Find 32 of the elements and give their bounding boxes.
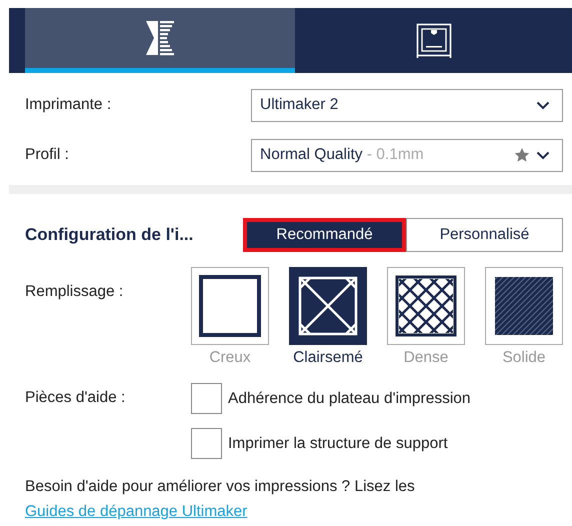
filled-square-icon <box>493 275 555 337</box>
printer-label: Imprimante : <box>25 96 112 114</box>
chevron-icon <box>536 100 550 110</box>
mode-tab[interactable]: Personnalisé <box>406 218 563 252</box>
infill-option[interactable] <box>289 267 367 345</box>
grid-pattern-icon <box>395 275 457 337</box>
empty-square-icon <box>199 275 261 337</box>
infill-option[interactable] <box>387 267 465 345</box>
mode-tab[interactable]: Recommandé <box>243 218 406 252</box>
infill-label: Remplissage : <box>25 282 124 302</box>
checkbox-label: Imprimer la structure de support <box>228 434 448 452</box>
infill-option-label: Solide <box>502 349 546 367</box>
tab[interactable] <box>25 8 295 73</box>
layers-icon <box>144 20 176 56</box>
infill-option[interactable] <box>485 267 563 345</box>
infill-option-label: Dense <box>404 349 448 367</box>
helpers-label: Pièces d'aide : <box>25 388 126 408</box>
profile-label: Profil : <box>25 146 70 164</box>
printer-dropdown[interactable]: Ultimaker 2 <box>251 88 563 122</box>
help-text: Besoin d'aide pour améliorer vos impressions ? Lisez les Guides de dépannage Ultimaker <box>25 477 416 522</box>
checkbox-label: Adhérence du plateau d'impression <box>228 390 471 408</box>
grid-pattern-icon <box>297 275 359 337</box>
chevron-icon <box>536 150 550 160</box>
star-icon <box>514 147 530 163</box>
infill-option-label: Creux <box>209 349 251 367</box>
checkbox[interactable] <box>191 383 222 414</box>
infill-option[interactable] <box>191 267 269 345</box>
printer-icon <box>416 22 452 58</box>
section-title: Configuration de l'i... <box>25 225 194 245</box>
profile-dropdown[interactable]: Normal Quality - 0.1mm <box>251 138 563 172</box>
checkbox[interactable] <box>191 428 222 459</box>
infill-option-label: Clairsemé <box>293 349 363 367</box>
